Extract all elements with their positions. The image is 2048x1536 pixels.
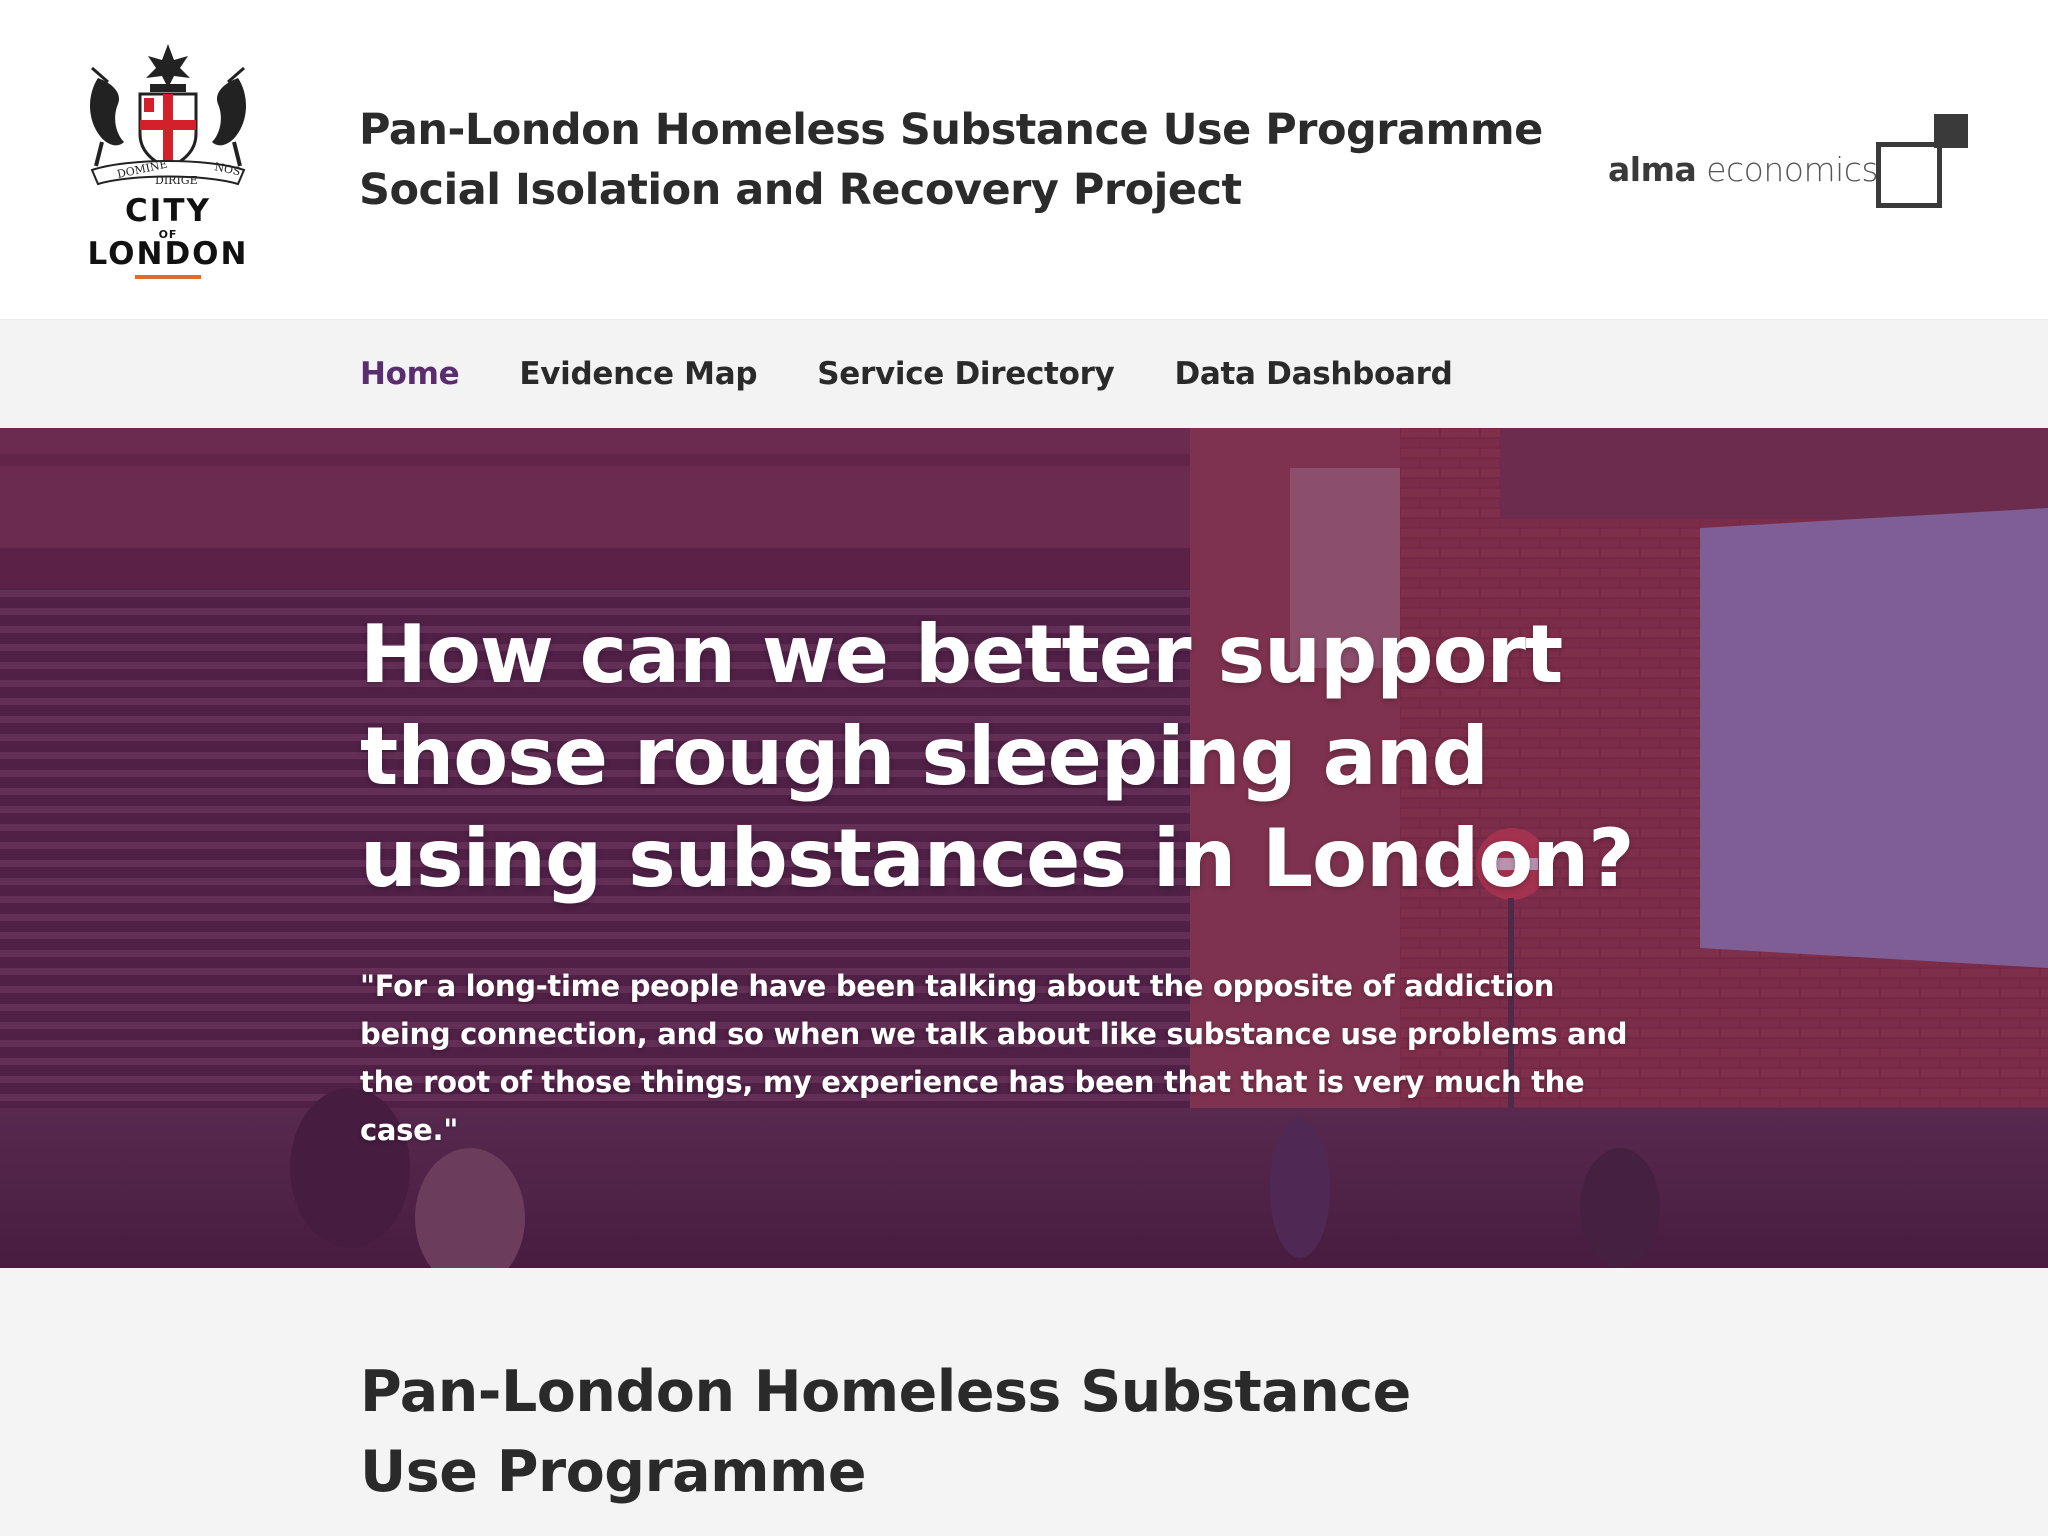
logo-underline (135, 275, 201, 279)
main-nav: Home Evidence Map Service Directory Data… (0, 319, 2048, 428)
city-of-london-logo[interactable]: DOMINE DIRIGE NOS CITY OF LONDON (78, 38, 258, 286)
nav-item-home[interactable]: Home (360, 356, 460, 392)
hero-content: How can we better support those rough sl… (360, 604, 1650, 1154)
programme-section: Pan-London Homeless Substance Use Progra… (0, 1268, 2048, 1536)
hero-banner: How can we better support those rough sl… (0, 428, 2048, 1268)
nav-item-evidence-map[interactable]: Evidence Map (519, 356, 757, 392)
alma-economics-logo[interactable]: alma economics (1608, 114, 1968, 208)
alma-word: alma (1608, 150, 1697, 189)
site-title-line1: Pan-London Homeless Substance Use Progra… (359, 105, 1543, 155)
logo-london-text: LONDON (87, 236, 249, 272)
svg-text:DIRIGE: DIRIGE (155, 174, 198, 187)
site-header: DOMINE DIRIGE NOS CITY OF LONDON Pan-Lon… (0, 0, 2048, 319)
site-title: Pan-London Homeless Substance Use Progra… (359, 100, 1543, 220)
hero-quote: "For a long-time people have been talkin… (360, 969, 1628, 1147)
site-title-line2: Social Isolation and Recovery Project (359, 165, 1242, 215)
hero-title: How can we better support those rough sl… (360, 608, 1635, 905)
alma-mark-square (1876, 142, 1942, 208)
nav-item-service-directory[interactable]: Service Directory (817, 356, 1115, 392)
alma-economics-mark-icon (1876, 114, 1968, 208)
logo-city-text: CITY (125, 193, 211, 229)
nav-item-data-dashboard[interactable]: Data Dashboard (1174, 356, 1452, 392)
city-of-london-crest-icon: DOMINE DIRIGE NOS (90, 44, 246, 187)
alma-mark-fill (1934, 114, 1968, 148)
section-title: Pan-London Homeless Substance Use Progra… (360, 1359, 1411, 1505)
alma-economics-wordmark: alma economics (1608, 150, 1879, 189)
nav-items: Home Evidence Map Service Directory Data… (360, 320, 1453, 428)
page: DOMINE DIRIGE NOS CITY OF LONDON Pan-Lon… (0, 0, 2048, 1536)
economics-word: economics (1706, 150, 1879, 189)
